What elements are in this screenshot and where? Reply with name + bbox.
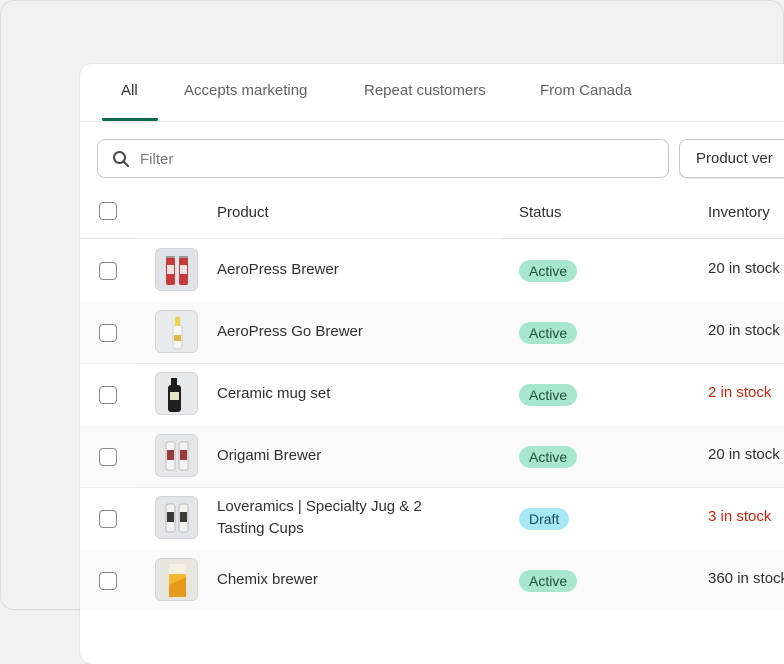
tab-repeat-customers[interactable]: Repeat customers — [364, 82, 486, 121]
column-header-product[interactable]: Product — [217, 204, 269, 221]
search-icon — [113, 151, 130, 168]
row-checkbox[interactable] — [99, 386, 117, 404]
row-checkbox[interactable] — [99, 262, 117, 280]
product-name-line: Tasting Cups — [217, 520, 304, 537]
product-name[interactable]: Origami Brewer — [217, 445, 487, 467]
tab-accepts-marketing[interactable]: Accepts marketing — [184, 82, 307, 121]
status-badge: Active — [519, 384, 578, 406]
table-row[interactable]: Ceramic mug set Active 2 in stock — [80, 363, 784, 425]
row-checkbox[interactable] — [99, 572, 117, 590]
tab-from-canada[interactable]: From Canada — [540, 82, 632, 121]
product-thumbnail — [155, 496, 198, 539]
column-header-inventory[interactable]: Inventory — [708, 204, 770, 221]
table-row[interactable]: AeroPress Brewer Active 20 in stock — [80, 239, 784, 301]
product-thumbnail — [155, 434, 198, 477]
inventory-value: 20 in stock — [708, 446, 780, 463]
status-badge: Active — [519, 260, 578, 282]
product-name[interactable]: Ceramic mug set — [217, 383, 487, 405]
product-name[interactable]: AeroPress Go Brewer — [217, 321, 487, 343]
product-name[interactable]: Chemix brewer — [217, 569, 487, 591]
table-row[interactable]: Chemix brewer Active 360 in stock — [80, 549, 784, 611]
product-thumbnail — [155, 372, 198, 415]
table-row[interactable]: AeroPress Go Brewer Active 20 in stock — [80, 301, 784, 363]
status-badge: Active — [519, 570, 578, 592]
row-checkbox[interactable] — [99, 324, 117, 342]
product-thumbnail — [155, 310, 198, 353]
select-all-checkbox[interactable] — [99, 202, 117, 220]
product-vendor-button[interactable]: Product ver — [679, 139, 784, 178]
filter-field[interactable] — [97, 139, 669, 178]
product-name[interactable]: Loveramics | Specialty Jug & 2 Tasting C… — [217, 496, 487, 540]
row-checkbox[interactable] — [99, 448, 117, 466]
tab-bar: All Accepts marketing Repeat customers F… — [80, 64, 784, 122]
status-badge: Draft — [519, 508, 570, 530]
inventory-value: 20 in stock — [708, 322, 780, 339]
inventory-value: 2 in stock — [708, 384, 772, 401]
product-thumbnail — [155, 248, 198, 291]
inventory-value: 3 in stock — [708, 508, 772, 525]
product-name-line: Loveramics | Specialty Jug & 2 — [217, 498, 422, 515]
status-badge: Active — [519, 322, 578, 344]
status-badge: Active — [519, 446, 578, 468]
product-name[interactable]: AeroPress Brewer — [217, 259, 487, 281]
table-row[interactable]: Loveramics | Specialty Jug & 2 Tasting C… — [80, 487, 784, 549]
column-header-status[interactable]: Status — [519, 204, 562, 221]
inventory-value: 20 in stock — [708, 260, 780, 277]
active-tab-indicator — [102, 118, 158, 121]
product-thumbnail — [155, 558, 198, 601]
table-row[interactable]: Origami Brewer Active 20 in stock — [80, 425, 784, 487]
filter-input[interactable] — [140, 148, 640, 170]
tab-all[interactable]: All — [121, 82, 138, 121]
row-checkbox[interactable] — [99, 510, 117, 528]
products-card: All Accepts marketing Repeat customers F… — [80, 64, 784, 664]
inventory-value: 360 in stock — [708, 570, 784, 587]
